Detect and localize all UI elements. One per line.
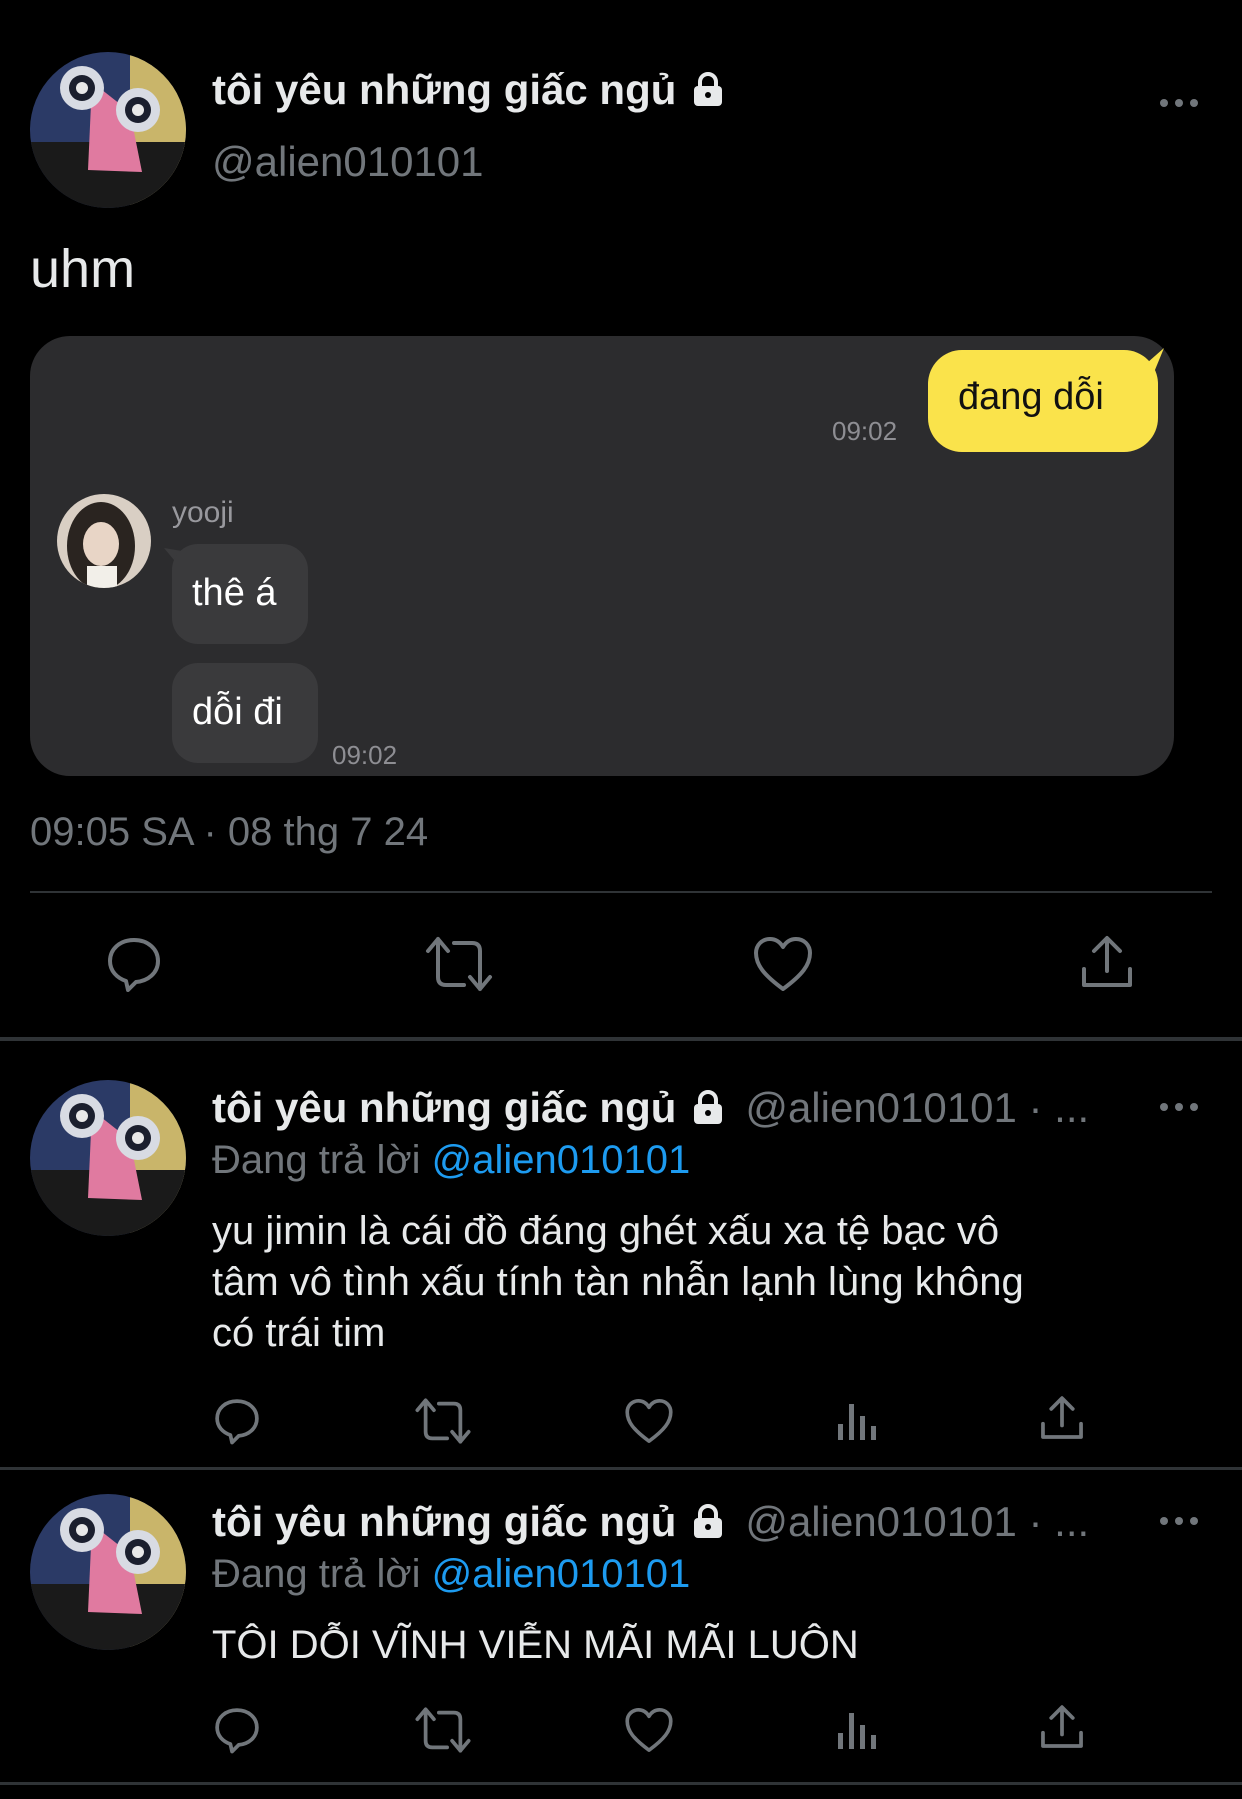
contact-avatar — [57, 494, 151, 588]
received-time: 09:02 — [332, 740, 398, 770]
text-line: tâm vô tình xấu tính tàn nhẫn lạnh lùng … — [212, 1260, 1024, 1304]
replying-label: Đang trả lời — [212, 1552, 421, 1596]
author-name-row: tôi yêu những giấc ngủ @alien010101 · ..… — [212, 1084, 1089, 1132]
avatar[interactable] — [30, 1494, 186, 1650]
received-bubble: thê á — [172, 544, 308, 644]
avatar[interactable] — [30, 52, 186, 208]
received-bubble: dỗi đi — [172, 663, 318, 763]
lock-icon — [689, 70, 727, 108]
text-line: TÔI DỖI VĨNH VIỄN MÃI MÃI LUÔN — [212, 1623, 859, 1667]
reply-icon[interactable] — [105, 935, 163, 993]
more-icon[interactable] — [1160, 1103, 1200, 1113]
views-icon[interactable] — [836, 1709, 878, 1751]
reply-icon[interactable] — [213, 1706, 261, 1754]
replying-to: Đang trả lời @alien010101 — [212, 1552, 690, 1597]
tweet-text: yu jimin là cái đồ đáng ghét xấu xa tệ b… — [212, 1206, 1024, 1359]
chat-screenshot[interactable]: đang dỗi 09:02 yooji thê á dỗi đi 09:02 — [30, 336, 1174, 776]
handle-time[interactable]: @alien010101 · ... — [745, 1498, 1089, 1545]
text-line: yu jimin là cái đồ đáng ghét xấu xa tệ b… — [212, 1209, 1000, 1253]
lock-icon — [689, 1502, 727, 1540]
avatar[interactable] — [30, 1080, 186, 1236]
contact-name: yooji — [172, 496, 234, 529]
received-message: dỗi đi — [192, 691, 283, 733]
more-icon[interactable] — [1160, 99, 1200, 109]
bubble-tail — [1130, 348, 1164, 382]
lock-icon — [689, 1088, 727, 1126]
section-divider — [0, 1467, 1242, 1470]
retweet-icon[interactable] — [414, 1706, 472, 1754]
sent-message: đang dỗi — [958, 376, 1104, 418]
retweet-icon[interactable] — [414, 1397, 472, 1445]
share-icon[interactable] — [1038, 1703, 1086, 1751]
tweet-text: uhm — [30, 239, 136, 299]
tweet-timestamp[interactable]: 09:05 SA · 08 thg 7 24 — [30, 810, 428, 855]
retweet-icon[interactable] — [424, 935, 494, 993]
heart-icon[interactable] — [624, 1706, 674, 1754]
display-name[interactable]: tôi yêu những giấc ngủ — [212, 1084, 676, 1131]
heart-icon[interactable] — [752, 935, 814, 993]
heart-icon[interactable] — [624, 1397, 674, 1445]
handle-time[interactable]: @alien010101 · ... — [745, 1084, 1089, 1131]
handle[interactable]: @alien010101 — [212, 138, 484, 186]
replying-to: Đang trả lời @alien010101 — [212, 1138, 690, 1183]
reply-icon[interactable] — [213, 1397, 261, 1445]
replying-label: Đang trả lời — [212, 1138, 421, 1182]
display-name[interactable]: tôi yêu những giấc ngủ — [212, 1498, 676, 1545]
author-name-row: tôi yêu những giấc ngủ — [212, 66, 727, 114]
divider — [30, 891, 1212, 893]
display-name[interactable]: tôi yêu những giấc ngủ — [212, 66, 676, 113]
author-name-row: tôi yêu những giấc ngủ @alien010101 · ..… — [212, 1498, 1089, 1546]
share-icon[interactable] — [1078, 933, 1136, 991]
views-icon[interactable] — [836, 1400, 878, 1442]
tweet-text: TÔI DỖI VĨNH VIỄN MÃI MÃI LUÔN — [212, 1620, 859, 1671]
mention-link[interactable]: @alien010101 — [432, 1552, 691, 1596]
mention-link[interactable]: @alien010101 — [432, 1138, 691, 1182]
sent-time: 09:02 — [832, 416, 898, 446]
share-icon[interactable] — [1038, 1394, 1086, 1442]
section-divider — [0, 1782, 1242, 1785]
text-line: có trái tim — [212, 1311, 386, 1355]
more-icon[interactable] — [1160, 1517, 1200, 1527]
received-message: thê á — [192, 572, 277, 614]
section-divider — [0, 1037, 1242, 1041]
